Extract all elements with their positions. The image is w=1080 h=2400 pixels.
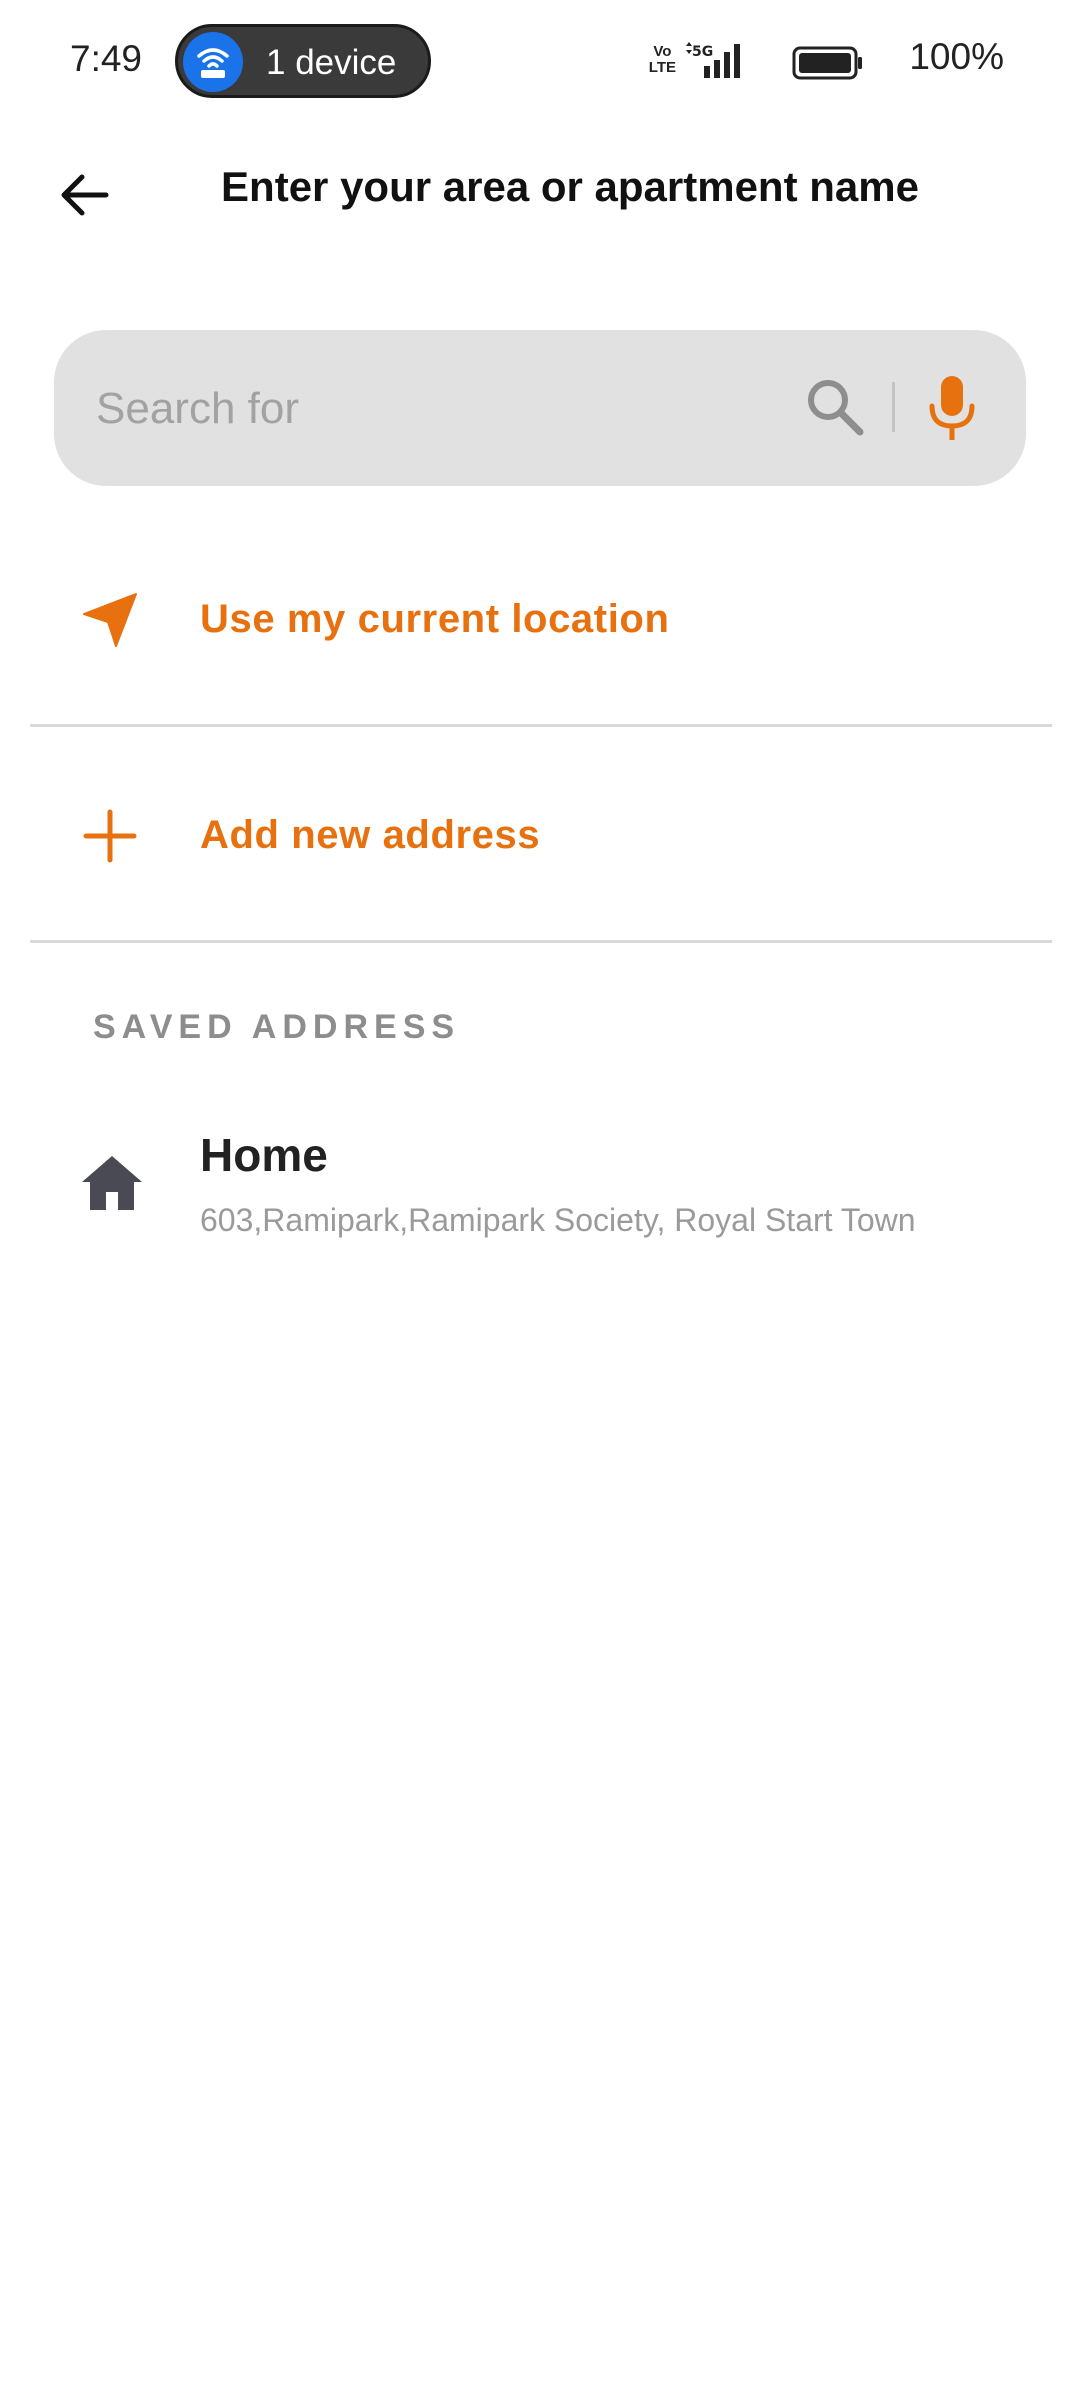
use-current-location-button[interactable]: Use my current location <box>30 550 1052 690</box>
svg-text:5G: 5G <box>692 44 713 60</box>
saved-address-header: SAVED ADDRESS <box>93 1008 461 1046</box>
status-icons: Vo LTE 5G 100% <box>644 36 1004 88</box>
hotspot-indicator[interactable]: 1 device <box>175 24 431 98</box>
wifi-hotspot-icon <box>183 32 243 92</box>
hotspot-label: 1 device <box>266 43 397 82</box>
status-time: 7:49 <box>70 38 143 79</box>
search-bar[interactable] <box>54 330 1026 486</box>
signal-icon: 5G <box>686 42 740 78</box>
status-bar: 7:49 1 device Vo LTE 5G 100% <box>0 0 1080 124</box>
page-title: Enter your area or apartment name <box>221 163 919 210</box>
home-icon <box>82 1156 142 1210</box>
divider <box>30 940 1052 943</box>
search-divider <box>892 382 895 432</box>
mic-icon[interactable] <box>922 372 982 444</box>
saved-address-item[interactable]: Home 603,Ramipark,Ramipark Society, Roya… <box>30 1110 1052 1260</box>
battery-percent: 100% <box>909 36 1004 77</box>
divider <box>30 724 1052 727</box>
add-new-address-label: Add new address <box>200 813 541 857</box>
saved-address-detail: 603,Ramipark,Ramipark Society, Royal Sta… <box>200 1202 916 1238</box>
volte-indicator: Vo LTE <box>648 43 676 76</box>
add-new-address-button[interactable]: Add new address <box>30 766 1052 906</box>
use-current-location-label: Use my current location <box>200 597 670 641</box>
battery-icon <box>792 46 862 80</box>
saved-address-label: Home <box>200 1129 328 1181</box>
navigation-arrow-icon <box>83 593 137 647</box>
search-input[interactable] <box>94 374 778 444</box>
screen: 7:49 1 device Vo LTE 5G 100% Enter your … <box>0 0 1080 2400</box>
plus-icon <box>83 809 137 863</box>
search-icon[interactable] <box>802 374 868 440</box>
